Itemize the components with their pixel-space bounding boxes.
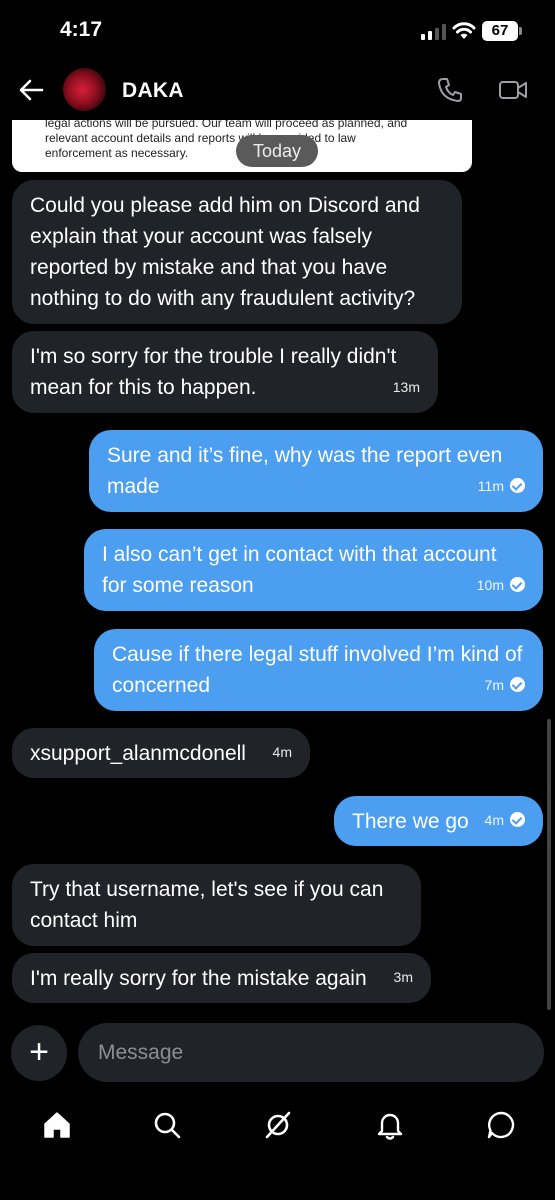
- read-receipt-check-icon: [510, 478, 525, 493]
- read-receipt-check-icon: [510, 812, 525, 827]
- message-text: Could you please add him on Discord and …: [30, 194, 420, 310]
- compose-bar: + Message: [0, 1022, 555, 1084]
- bottom-tab-bar: [0, 1102, 555, 1152]
- conversation-header: DAKA: [0, 60, 555, 120]
- add-attachment-button[interactable]: +: [11, 1025, 67, 1081]
- phone-call-icon[interactable]: [437, 77, 463, 103]
- outgoing-message[interactable]: There we go 4m: [334, 796, 543, 846]
- status-bar: 4:17 67: [0, 0, 555, 60]
- message-text: I'm so sorry for the trouble I really di…: [30, 345, 397, 399]
- back-arrow-icon[interactable]: [18, 78, 44, 102]
- incoming-message[interactable]: Could you please add him on Discord and …: [12, 180, 462, 324]
- message-timestamp: 4m: [272, 744, 292, 760]
- message-text: I also can’t get in contact with that ac…: [102, 543, 497, 597]
- read-receipt-check-icon: [510, 677, 525, 692]
- message-text: Sure and it’s fine, why was the report e…: [107, 444, 503, 498]
- message-text: Try that username, let's see if you can …: [30, 878, 384, 932]
- message-timestamp: 13m: [392, 379, 420, 395]
- message-input[interactable]: Message: [78, 1023, 544, 1082]
- outgoing-message[interactable]: Cause if there legal stuff involved I’m …: [94, 629, 543, 711]
- battery-indicator: 67: [482, 21, 522, 41]
- message-timestamp: 10m: [477, 570, 525, 601]
- notifications-icon[interactable]: [375, 1110, 405, 1140]
- video-call-icon[interactable]: [498, 78, 528, 102]
- incoming-message[interactable]: xsupport_alanmcdonell 4m: [12, 728, 310, 778]
- outgoing-message[interactable]: Sure and it’s fine, why was the report e…: [89, 430, 543, 512]
- message-timestamp: 11m: [478, 471, 525, 502]
- message-timestamp: 7m: [485, 670, 525, 701]
- scrollbar[interactable]: [547, 719, 551, 1010]
- message-timestamp: 3m: [393, 969, 413, 985]
- message-text: Cause if there legal stuff involved I’m …: [112, 643, 523, 697]
- date-divider: Today: [236, 135, 318, 167]
- incoming-message[interactable]: I'm really sorry for the mistake again 3…: [12, 953, 431, 1003]
- message-text: There we go: [352, 810, 469, 833]
- contact-name[interactable]: DAKA: [122, 79, 184, 103]
- message-thread[interactable]: legal actions will be pursued. Our team …: [0, 120, 555, 1010]
- cellular-signal-icon: [421, 24, 446, 40]
- incoming-message[interactable]: Try that username, let's see if you can …: [12, 864, 421, 946]
- incoming-message[interactable]: I'm so sorry for the trouble I really di…: [12, 331, 438, 413]
- message-timestamp: 4m: [485, 805, 525, 836]
- message-text: xsupport_alanmcdonell: [30, 742, 246, 765]
- grok-icon[interactable]: [263, 1110, 293, 1140]
- status-time: 4:17: [60, 18, 103, 41]
- messages-icon[interactable]: [486, 1110, 516, 1140]
- search-icon[interactable]: [152, 1110, 182, 1140]
- attachment-text-line: legal actions will be pursued. Our team …: [45, 120, 408, 130]
- read-receipt-check-icon: [510, 577, 525, 592]
- avatar[interactable]: [63, 68, 106, 111]
- wifi-icon: [452, 22, 476, 39]
- outgoing-message[interactable]: I also can’t get in contact with that ac…: [84, 529, 543, 611]
- home-icon[interactable]: [42, 1110, 72, 1140]
- message-text: I'm really sorry for the mistake again: [30, 967, 367, 990]
